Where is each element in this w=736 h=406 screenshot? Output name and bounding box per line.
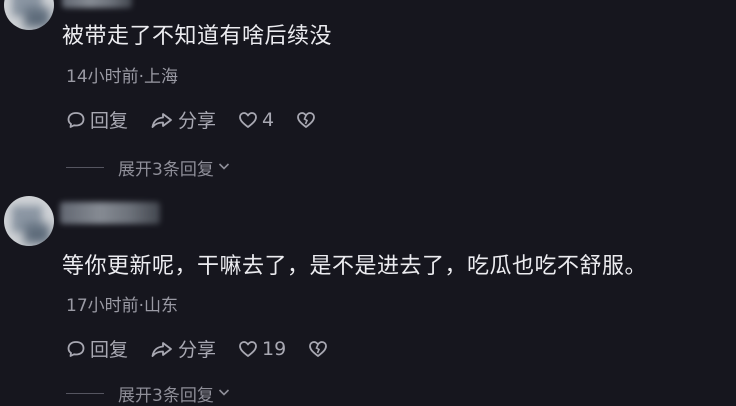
dislike-button[interactable] [308, 339, 328, 359]
like-count: 19 [262, 337, 287, 360]
comment-text: 被带走了不知道有啥后续没 [62, 24, 333, 49]
username-blurred[interactable] [62, 0, 132, 8]
expand-replies-label: 展开3条回复 [118, 386, 214, 406]
expand-replies-button[interactable]: 展开3条回复 [66, 381, 231, 406]
share-button[interactable]: 分享 [150, 106, 216, 133]
chevron-down-icon [217, 158, 231, 178]
like-button[interactable]: 19 [238, 338, 286, 360]
share-arrow-icon [150, 339, 174, 359]
username-blurred[interactable] [60, 202, 160, 224]
divider-line [66, 167, 104, 168]
comment-actions: 回复 分享 19 [66, 335, 350, 362]
reply-button[interactable]: 回复 [66, 106, 128, 133]
comment-meta: 17小时前·山东 [66, 296, 179, 316]
comment-actions: 回复 分享 4 [66, 106, 338, 133]
divider-line [66, 393, 104, 394]
like-count: 4 [262, 108, 275, 131]
avatar[interactable] [4, 196, 54, 246]
share-label: 分享 [178, 339, 217, 361]
share-button[interactable]: 分享 [150, 335, 216, 362]
comment-text: 等你更新呢，干嘛去了，是不是进去了，吃瓜也吃不舒服。 [62, 254, 648, 279]
reply-label: 回复 [90, 339, 129, 361]
expand-replies-label: 展开3条回复 [118, 160, 214, 180]
broken-heart-icon [308, 339, 328, 359]
avatar[interactable] [4, 0, 54, 30]
comment-meta: 14小时前·上海 [66, 67, 179, 87]
reply-button[interactable]: 回复 [66, 335, 128, 362]
heart-icon [238, 339, 258, 359]
heart-icon [238, 110, 258, 130]
broken-heart-icon [296, 110, 316, 130]
share-label: 分享 [178, 110, 217, 132]
share-arrow-icon [150, 110, 174, 130]
reply-label: 回复 [90, 110, 129, 132]
comment-bubble-icon [66, 110, 86, 130]
chevron-down-icon [217, 384, 231, 404]
dislike-button[interactable] [296, 110, 316, 130]
expand-replies-button[interactable]: 展开3条回复 [66, 155, 231, 180]
comment-bubble-icon [66, 339, 86, 359]
like-button[interactable]: 4 [238, 109, 274, 131]
